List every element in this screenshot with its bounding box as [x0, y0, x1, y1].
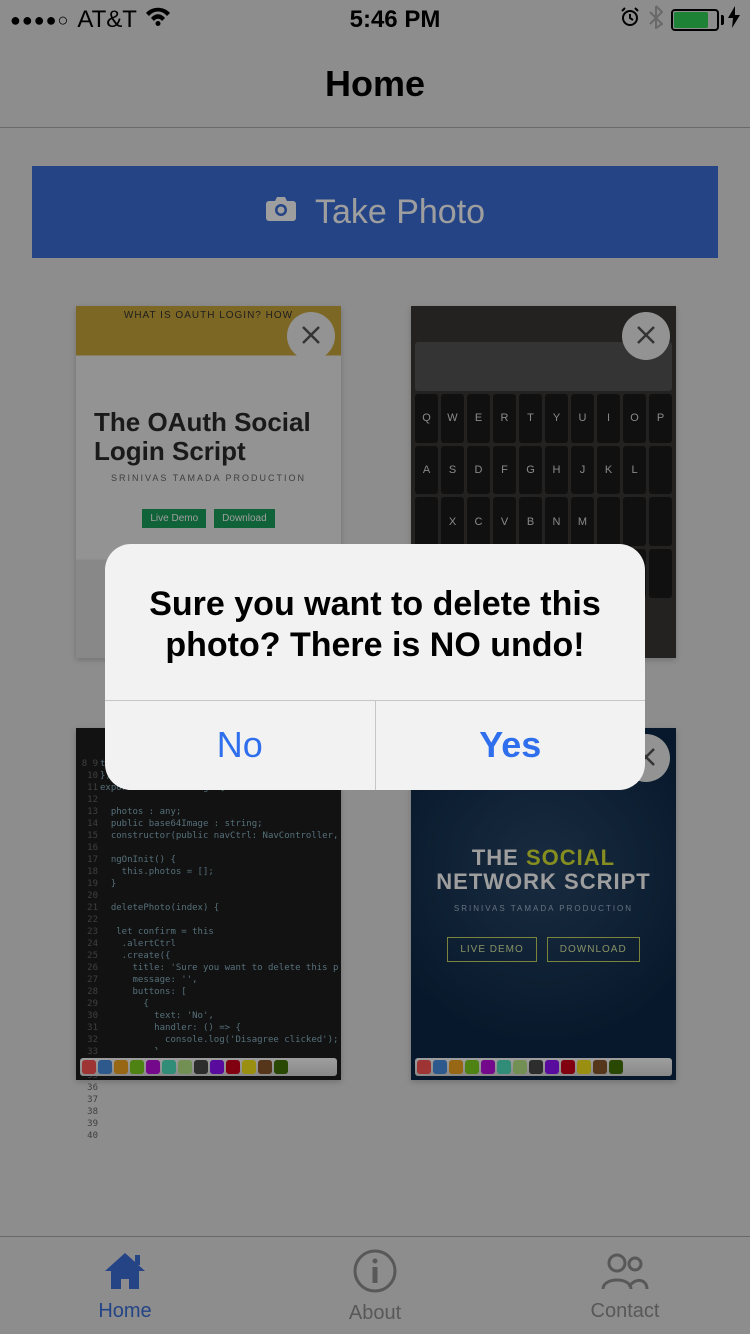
- dialog-message: Sure you want to delete this photo? Ther…: [105, 544, 645, 700]
- dialog-buttons: No Yes: [105, 700, 645, 790]
- dialog-yes-button[interactable]: Yes: [375, 700, 646, 790]
- modal-overlay: Sure you want to delete this photo? Ther…: [0, 0, 750, 1334]
- dialog-no-button[interactable]: No: [105, 700, 375, 790]
- confirm-delete-dialog: Sure you want to delete this photo? Ther…: [105, 544, 645, 790]
